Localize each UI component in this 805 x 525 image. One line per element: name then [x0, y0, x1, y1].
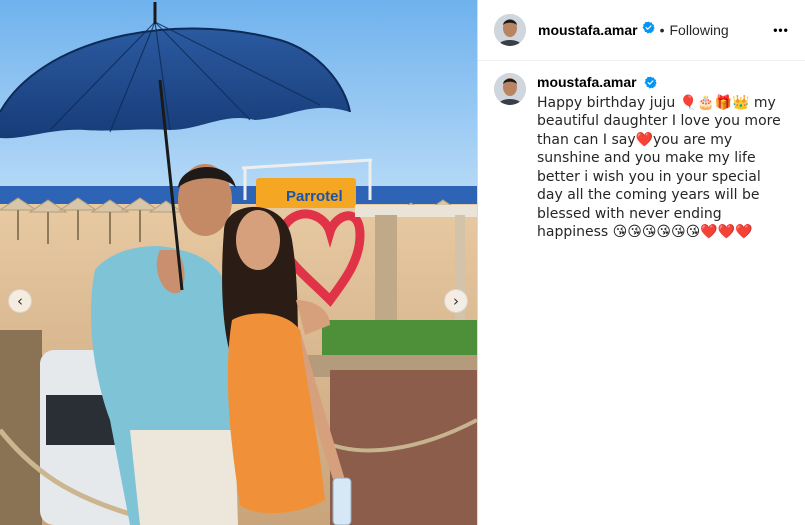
avatar-image: [494, 14, 526, 46]
photo-illustration: Parrotel: [0, 0, 477, 525]
verified-badge-icon: [642, 21, 655, 39]
author-username[interactable]: moustafa.amar: [538, 22, 638, 38]
avatar[interactable]: [494, 14, 526, 46]
post-header: moustafa.amar • Following •••: [478, 0, 805, 61]
more-icon: •••: [773, 23, 789, 37]
avatar-image: [494, 73, 526, 105]
chevron-right-icon: ›: [453, 291, 459, 310]
sign-text: Parrotel: [286, 188, 343, 205]
verified-badge-icon: [644, 75, 658, 94]
caption-comment: moustafa.amar Happy birthday juju 🎈🎂🎁👑 m…: [478, 61, 805, 242]
following-button[interactable]: Following: [670, 22, 729, 38]
caption: moustafa.amar Happy birthday juju 🎈🎂🎁👑 m…: [537, 73, 789, 242]
carousel-prev-button[interactable]: ‹: [8, 289, 32, 313]
caption-avatar[interactable]: [494, 73, 526, 105]
chevron-left-icon: ‹: [17, 291, 23, 310]
post-side-panel: moustafa.amar • Following ••• moustafa.a…: [477, 0, 805, 525]
caption-username[interactable]: moustafa.amar: [537, 74, 637, 90]
instagram-post: Parrotel ‹ › moustafa.amar • Following •…: [0, 0, 805, 525]
header-separator: •: [659, 22, 665, 38]
post-photo[interactable]: Parrotel ‹ ›: [0, 0, 477, 525]
carousel-next-button[interactable]: ›: [444, 289, 468, 313]
caption-text: Happy birthday juju 🎈🎂🎁👑 my beautiful da…: [537, 94, 786, 241]
more-options-button[interactable]: •••: [769, 18, 793, 42]
